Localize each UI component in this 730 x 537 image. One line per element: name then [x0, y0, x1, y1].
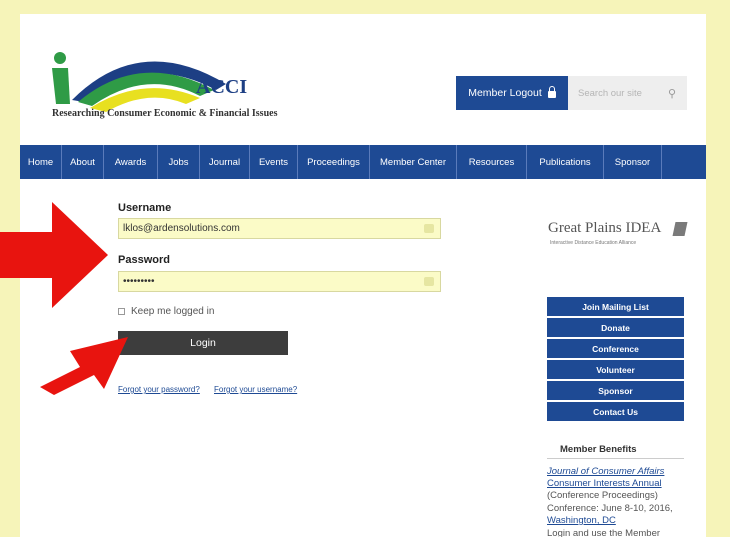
- annual-link[interactable]: Consumer Interests Annual: [547, 478, 697, 490]
- search-box[interactable]: ⚲: [568, 76, 687, 110]
- main-nav: Home About Awards Jobs Journal Events Pr…: [20, 145, 706, 179]
- forgot-username-link[interactable]: Forgot your username?: [214, 385, 297, 394]
- password-value: •••••••••: [123, 276, 155, 287]
- journal-link[interactable]: Journal of Consumer Affairs: [547, 466, 697, 478]
- nav-awards[interactable]: Awards: [104, 145, 158, 179]
- partner-mark-icon: [672, 222, 688, 236]
- conference-button[interactable]: Conference: [547, 339, 684, 358]
- page: ACCI Researching Consumer Economic & Fin…: [20, 14, 706, 537]
- divider: [547, 458, 684, 459]
- arrow-pointing-to-login-icon: [40, 337, 128, 395]
- keep-logged-in-label: Keep me logged in: [131, 306, 215, 317]
- nav-jobs[interactable]: Jobs: [158, 145, 200, 179]
- username-field[interactable]: lklos@ardensolutions.com: [118, 218, 441, 239]
- password-field[interactable]: •••••••••: [118, 271, 441, 292]
- arrow-pointing-to-fields-icon: [0, 202, 108, 308]
- forgot-password-link[interactable]: Forgot your password?: [118, 385, 200, 394]
- great-plains-idea-logo[interactable]: Great Plains IDEA Interactive Distance E…: [548, 220, 688, 260]
- member-benefits-title: Member Benefits: [560, 444, 637, 455]
- logo-text: ACCI: [196, 76, 248, 98]
- keep-logged-in[interactable]: Keep me logged in: [118, 306, 214, 317]
- logout-label: Member Logout: [468, 87, 542, 99]
- sponsor-button[interactable]: Sponsor: [547, 381, 684, 400]
- search-icon[interactable]: ⚲: [668, 87, 676, 100]
- join-mailing-list-button[interactable]: Join Mailing List: [547, 297, 684, 316]
- lock-icon: [547, 86, 556, 98]
- member-logout-button[interactable]: Member Logout: [456, 76, 568, 110]
- nav-proceedings[interactable]: Proceedings: [298, 145, 370, 179]
- login-button[interactable]: Login: [118, 331, 288, 355]
- nav-events[interactable]: Events: [250, 145, 298, 179]
- search-input[interactable]: [578, 87, 664, 99]
- partner-subtitle: Interactive Distance Education Alliance: [550, 240, 637, 246]
- location-link[interactable]: Washington, DC: [547, 515, 697, 527]
- nav-journal[interactable]: Journal: [200, 145, 250, 179]
- keep-logged-in-checkbox[interactable]: [118, 308, 125, 315]
- tagline: Researching Consumer Economic & Financia…: [52, 108, 278, 119]
- nav-about[interactable]: About: [62, 145, 104, 179]
- nav-home[interactable]: Home: [20, 145, 62, 179]
- donate-button[interactable]: Donate: [547, 318, 684, 337]
- contact-us-button[interactable]: Contact Us: [547, 402, 684, 421]
- conference-text: Conference: June 8-10, 2016,: [547, 503, 673, 514]
- nav-sponsor[interactable]: Sponsor: [604, 145, 662, 179]
- partner-title: Great Plains IDEA: [548, 220, 662, 236]
- username-label: Username: [118, 202, 172, 214]
- password-label: Password: [118, 254, 170, 266]
- autofill-icon: [424, 224, 434, 233]
- username-value: lklos@ardensolutions.com: [123, 223, 240, 234]
- autofill-icon: [424, 277, 434, 286]
- volunteer-button[interactable]: Volunteer: [547, 360, 684, 379]
- nav-publications[interactable]: Publications: [527, 145, 604, 179]
- proceedings-text: (Conference Proceedings): [547, 490, 658, 501]
- nav-member-center[interactable]: Member Center: [370, 145, 457, 179]
- nav-resources[interactable]: Resources: [457, 145, 527, 179]
- cutoff-text: Login and use the Member: [547, 528, 661, 537]
